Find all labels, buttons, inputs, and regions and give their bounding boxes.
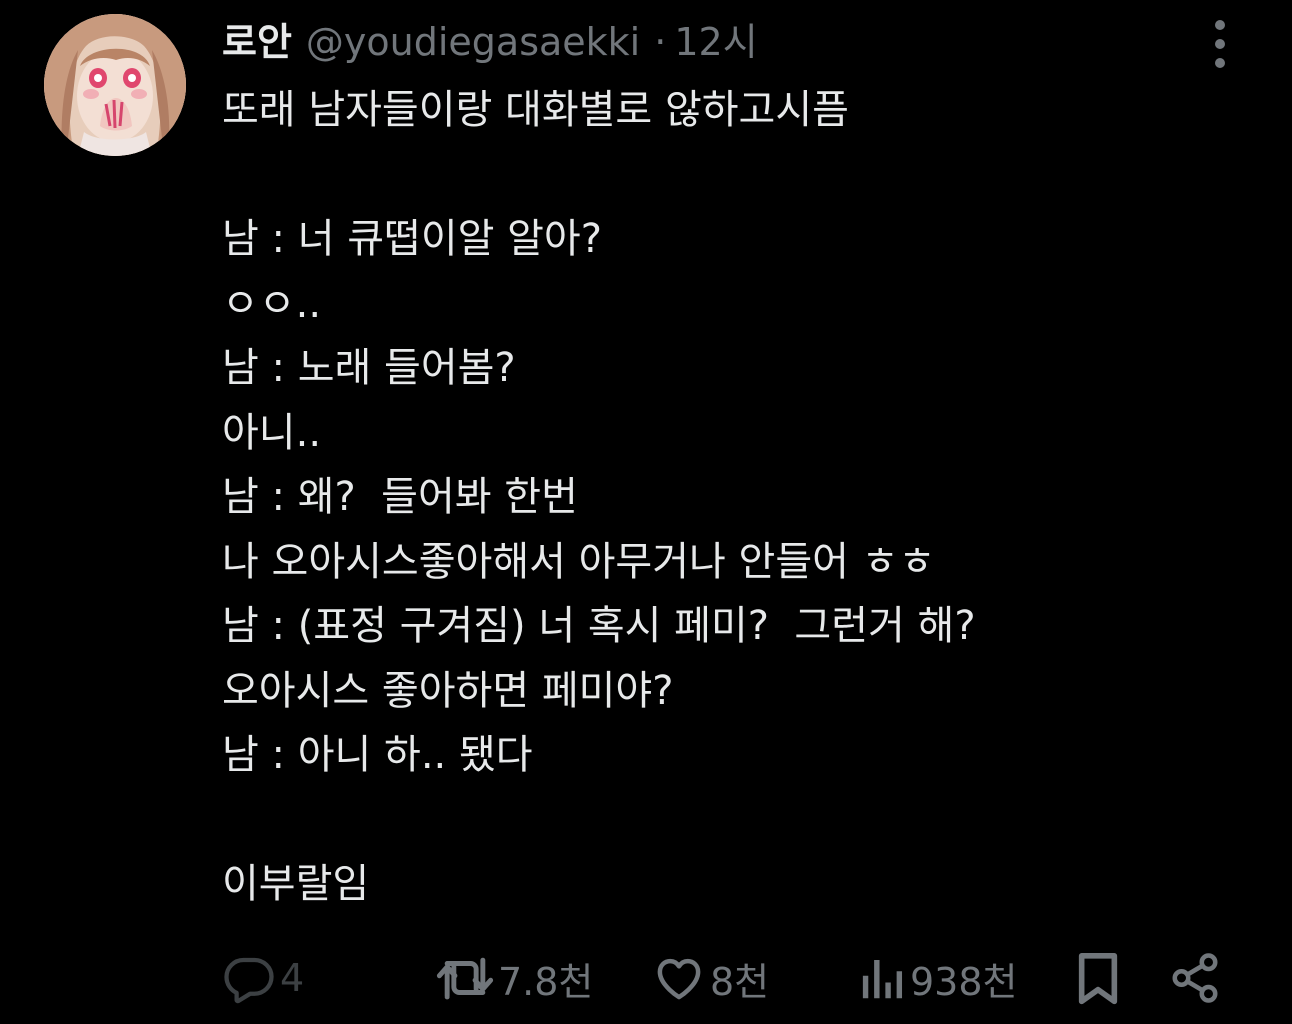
reply-button[interactable]: 4 [222,946,304,1010]
tweet-line [222,788,1262,853]
retweet-button[interactable]: 7.8천 [436,946,593,1010]
reply-count: 4 [280,956,305,1000]
tweet-line: 나 오아시스좋아해서 아무거나 안들어 ㅎㅎ [222,538,936,585]
tweet-line: 남 : 노래 들어봄? [222,345,516,391]
tweet-actions: 4 7.8천 8천 938천 [222,946,1232,1010]
share-icon [1172,953,1218,1003]
timestamp[interactable]: 12시 [674,14,757,70]
tweet-line: 남 : 너 큐떱이알 알아? [222,216,602,262]
like-button[interactable]: 8천 [652,946,769,1010]
tweet-line: 남 : 왜? 들어봐 한번 [222,474,578,520]
avatar[interactable] [44,14,186,156]
retweet-icon [436,957,494,1000]
tweet-line: ㅇㅇ.. [222,280,322,327]
bookmark-icon [1078,953,1118,1005]
more-vertical-icon [1215,20,1225,30]
tweet-line: 오아시스 좋아하면 페미야? [222,667,674,714]
heart-icon [657,958,701,1000]
tweet-line [222,143,1262,208]
tweet-header: 로안 @youdiegasaekki · 12시 [222,14,758,70]
views-icon [862,960,903,999]
views-count: 938천 [910,959,1018,1004]
user-handle[interactable]: @youdiegasaekki [306,14,640,70]
more-options-button[interactable] [1198,16,1242,72]
tweet-line: 남 : (표정 구겨짐) 너 혹시 페미? 그런거 해? [222,603,976,649]
display-name[interactable]: 로안 [222,14,292,70]
tweet-line: 아니.. [222,409,322,456]
tweet-text: 또래 남자들이랑 대화별로 않하고시픔 남 : 너 큐떱이알 알아? ㅇㅇ.. … [222,78,1262,917]
views-button[interactable]: 938천 [858,946,1018,1010]
reply-icon [224,957,274,1004]
bookmark-button[interactable] [1074,946,1122,1010]
tweet-line: 이부랄임 [222,861,370,907]
share-button[interactable] [1168,946,1222,1010]
tweet-line: 또래 남자들이랑 대화별로 않하고시픔 [222,87,849,133]
separator-dot: · [654,20,667,64]
tweet-line: 남 : 아니 하.. 됐다 [222,732,533,778]
like-count: 8천 [710,959,770,1004]
retweet-count: 7.8천 [498,959,594,1004]
